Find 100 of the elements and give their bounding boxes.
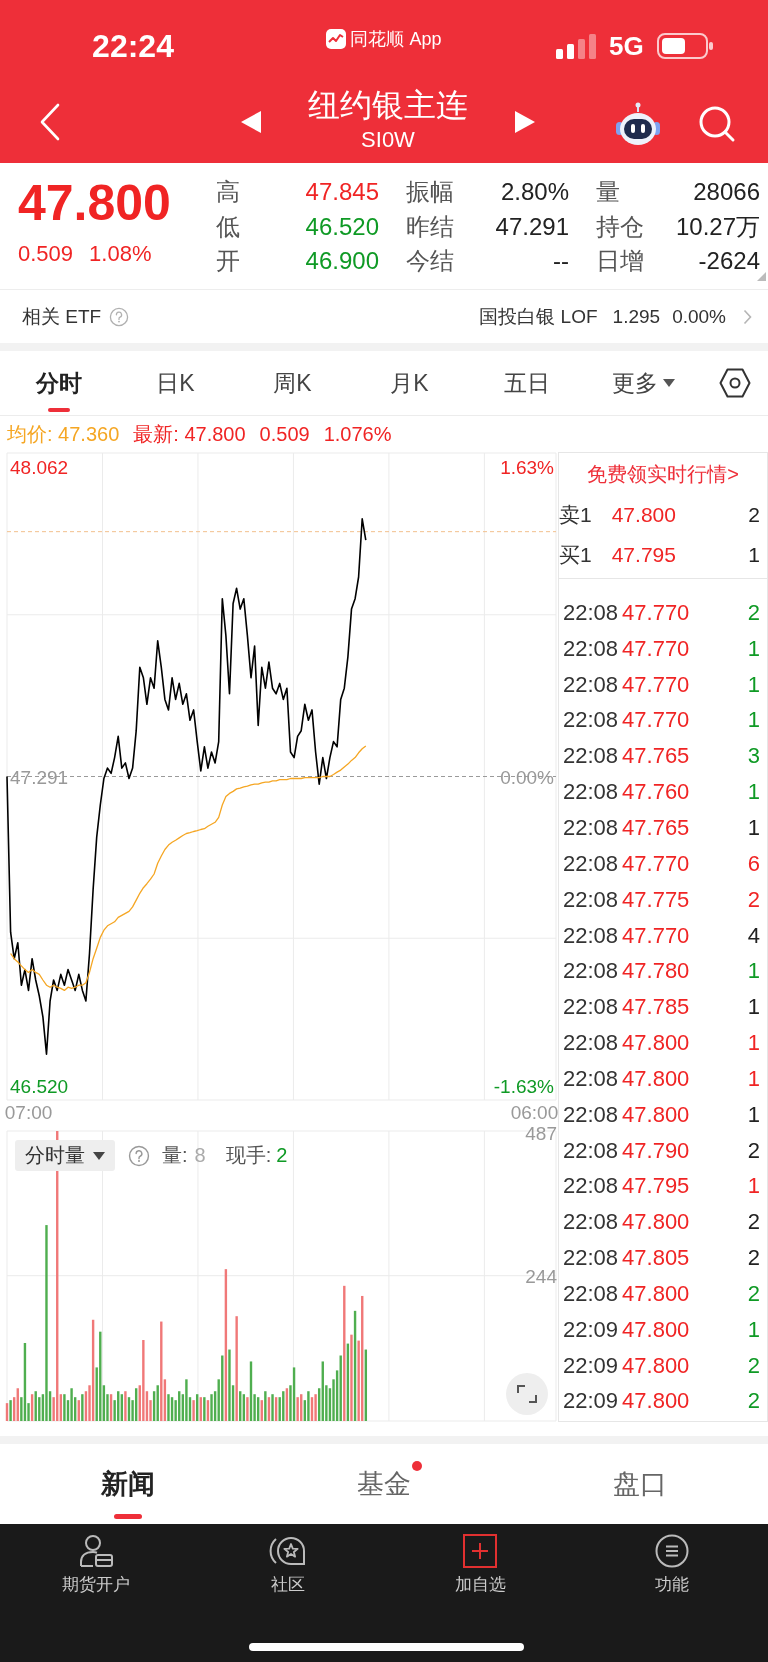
trade-volume: 2 [747, 886, 760, 913]
price-change-percent: 1.08% [89, 240, 152, 268]
fullscreen-button[interactable] [506, 1373, 548, 1415]
trade-time: 22:09 [563, 1388, 619, 1415]
chart-tab[interactable]: 月K [351, 351, 468, 415]
trade-price: 47.800 [622, 1030, 690, 1057]
trade-time: 22:08 [563, 958, 619, 985]
trade-price: 47.800 [622, 1388, 690, 1415]
trade-volume: 1 [747, 1316, 760, 1343]
average-price-label: 均价: 47.360 [7, 421, 120, 447]
search-icon[interactable] [698, 104, 736, 143]
trade-time: 22:08 [563, 707, 619, 734]
order-price: 47.795 [611, 543, 676, 567]
trade-volume: 2 [747, 1352, 760, 1379]
trade-time: 22:08 [563, 886, 619, 913]
volume-label: 量: [162, 1143, 188, 1168]
bar [271, 1394, 274, 1421]
stat-label: 振幅 [406, 177, 454, 208]
chevron-left-icon[interactable] [39, 102, 61, 141]
trade-volume: 1 [747, 1101, 760, 1128]
chart-tab[interactable]: 分时 [0, 351, 117, 415]
time-axis-label: 07:00 [4, 1102, 53, 1123]
etf-change: 0.00% [672, 305, 726, 328]
robot-icon[interactable] [615, 101, 661, 146]
stat-label: 昨结 [406, 211, 454, 242]
bar [246, 1397, 249, 1421]
order-volume: 1 [748, 543, 760, 567]
triangle-left-icon[interactable] [241, 110, 261, 133]
app-logo-icon [326, 29, 347, 49]
question-icon[interactable] [128, 1144, 150, 1167]
volume-value: 8 [194, 1144, 206, 1167]
stat-value: -- [553, 246, 569, 277]
bar [296, 1397, 299, 1421]
trade-volume: 2 [747, 1209, 760, 1236]
axis-label: 48.062 [10, 457, 69, 479]
percent-axis-label: -1.63% [493, 1075, 554, 1097]
trade-time: 22:08 [563, 1101, 619, 1128]
trade-price: 47.790 [622, 1137, 690, 1164]
trade-time: 22:08 [563, 1137, 619, 1164]
question-icon[interactable] [109, 306, 130, 327]
tab-bar-item[interactable]: 社区 [269, 1524, 307, 1596]
trade-price: 47.800 [622, 1316, 690, 1343]
tab-bar-item[interactable]: 加自选 [454, 1524, 506, 1596]
trade-price: 47.770 [622, 671, 690, 698]
trade-price: 47.765 [622, 743, 690, 770]
section-tab[interactable]: 新闻 [101, 1444, 155, 1524]
status-time: 22:24 [92, 27, 174, 64]
axis-label: 244 [525, 1265, 557, 1287]
section-tab[interactable]: 盘口 [613, 1444, 667, 1524]
tab-bar-item[interactable]: 功能 [655, 1524, 689, 1596]
hand-label: 现手: [225, 1143, 272, 1168]
stat-value: 46.900 [305, 246, 379, 277]
order-level-label: 买1 [559, 542, 592, 568]
volume-type-dropdown[interactable]: 分时量 [15, 1140, 115, 1171]
tab-bar-item[interactable]: 期货开户 [62, 1524, 130, 1596]
promo-link[interactable]: 免费领实时行情> [587, 460, 739, 488]
bar [185, 1379, 188, 1421]
etf-name[interactable]: 国投白银 LOF [479, 303, 598, 330]
trade-time: 22:08 [563, 1245, 619, 1272]
order-price: 47.800 [611, 503, 676, 527]
bar [192, 1400, 195, 1421]
trade-volume: 1 [747, 958, 760, 985]
trade-volume: 1 [747, 635, 760, 662]
chart-tab[interactable]: 日K [117, 351, 234, 415]
trade-price: 47.775 [622, 886, 690, 913]
percent-axis-label: 1.63% [500, 457, 554, 479]
app-name: 同花顺 App [350, 28, 442, 50]
trade-volume: 2 [747, 1137, 760, 1164]
plus-square-icon [463, 1534, 497, 1568]
stat-value: 47.845 [305, 177, 379, 208]
stat-label: 开 [216, 246, 240, 277]
bar [45, 1225, 48, 1421]
trade-price: 47.800 [622, 1352, 690, 1379]
trade-price: 47.800 [622, 1209, 690, 1236]
chart-tab[interactable]: 五日 [468, 351, 585, 415]
etf-label: 相关 ETF [22, 304, 102, 329]
trade-volume: 1 [747, 707, 760, 734]
bar [203, 1397, 206, 1421]
last-price: 47.800 [18, 175, 171, 231]
trade-volume: 2 [747, 1245, 760, 1272]
stat-value: -2624 [698, 246, 760, 277]
instrument-title: 纽约银主连 [308, 85, 468, 124]
trade-time: 22:08 [563, 671, 619, 698]
percent-axis-label: 0.00% [500, 766, 554, 788]
trade-price: 47.800 [622, 1280, 690, 1307]
section-tab[interactable]: 基金 [357, 1444, 411, 1524]
corner-brackets-icon [516, 1384, 538, 1404]
triangle-right-icon[interactable] [515, 110, 535, 133]
chart-tab[interactable]: 更多 [585, 351, 702, 415]
axis-label: 47.291 [10, 766, 69, 788]
trade-volume: 4 [747, 922, 760, 949]
trade-volume: 2 [747, 1388, 760, 1415]
trade-volume: 2 [747, 599, 760, 626]
trade-time: 22:08 [563, 779, 619, 806]
bar [264, 1391, 267, 1421]
chart-tab[interactable]: 周K [234, 351, 351, 415]
order-volume: 2 [748, 503, 760, 527]
trade-time: 22:08 [563, 1280, 619, 1307]
bar [307, 1391, 310, 1421]
latest-price-label: 最新: 47.800 [133, 421, 246, 447]
